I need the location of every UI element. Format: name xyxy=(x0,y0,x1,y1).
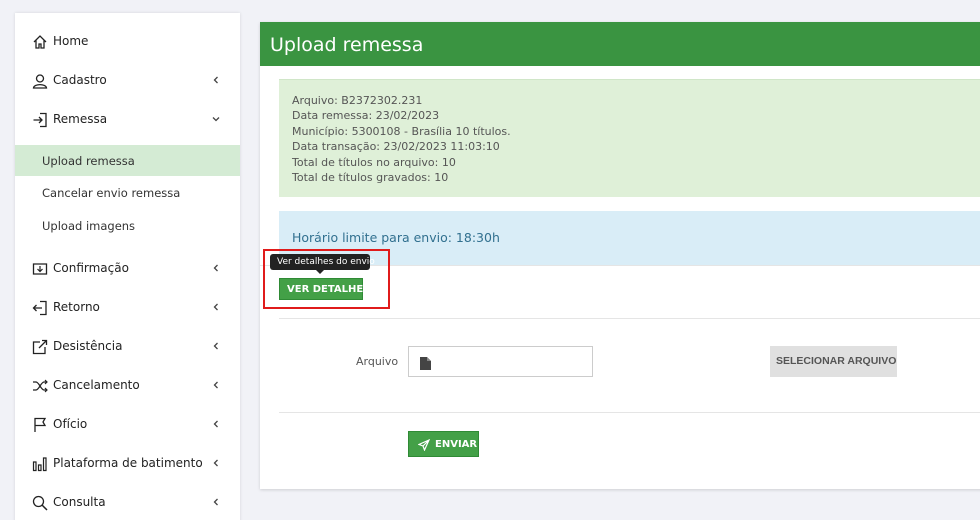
search-icon xyxy=(31,494,49,512)
enviar-button[interactable]: ENVIAR xyxy=(408,431,479,457)
sidebar-item-desistencia[interactable]: Desistência xyxy=(15,331,240,361)
ver-detalhes-label: VER DETALHES xyxy=(287,284,371,295)
sidebar-item-oficio[interactable]: Ofício xyxy=(15,409,240,439)
info-total-gravados: Total de títulos gravados: 10 xyxy=(292,171,449,184)
chevron-left-icon xyxy=(210,74,222,86)
file-input[interactable] xyxy=(408,346,593,377)
upload-remessa-card: Upload remessa Arquivo: B2372302.231 Dat… xyxy=(260,22,980,489)
sidebar-subitem-label: Upload remessa xyxy=(42,154,135,168)
chevron-left-icon xyxy=(210,262,222,274)
send-icon xyxy=(417,438,431,454)
chevron-left-icon xyxy=(210,379,222,391)
file-field-label: Arquivo xyxy=(356,355,399,368)
chevron-down-icon xyxy=(210,113,222,125)
tooltip-arrow xyxy=(316,270,324,274)
divider xyxy=(279,318,980,319)
user-icon xyxy=(31,72,49,90)
sidebar-item-confirmacao[interactable]: Confirmação xyxy=(15,253,240,283)
card-header: Upload remessa xyxy=(260,22,980,66)
sidebar-item-plataforma-de-batimento[interactable]: Plataforma de batimento xyxy=(15,448,240,478)
sidebar-item-label: Cancelamento xyxy=(53,378,140,392)
share-box-icon xyxy=(31,338,49,356)
sidebar-item-home[interactable]: Home xyxy=(15,26,240,56)
transaction-info-box: Arquivo: B2372302.231 Data remessa: 23/0… xyxy=(279,79,980,197)
info-arquivo: Arquivo: B2372302.231 xyxy=(292,94,423,107)
selecionar-arquivo-button[interactable]: SELECIONAR ARQUIVO xyxy=(770,346,897,377)
sidebar: Home Cadastro Remessa Upload remessa Can… xyxy=(15,13,240,520)
sidebar-subitem-label: Cancelar envio remessa xyxy=(42,186,181,200)
sidebar-item-consulta[interactable]: Consulta xyxy=(15,487,240,517)
sidebar-item-label: Home xyxy=(53,34,89,48)
chevron-left-icon xyxy=(210,418,222,430)
chevron-left-icon xyxy=(210,340,222,352)
sidebar-item-label: Consulta xyxy=(53,495,106,509)
sidebar-subitem-cancelar-envio-remessa[interactable]: Cancelar envio remessa xyxy=(15,177,240,208)
sidebar-subitem-label: Upload imagens xyxy=(42,219,136,233)
sidebar-item-label: Cadastro xyxy=(53,73,107,87)
divider xyxy=(279,412,980,413)
sidebar-item-cancelamento[interactable]: Cancelamento xyxy=(15,370,240,400)
sidebar-item-label: Confirmação xyxy=(53,261,129,275)
info-data-transacao: Data transação: 23/02/2023 11:03:10 xyxy=(292,140,500,153)
sidebar-subitem-upload-imagens[interactable]: Upload imagens xyxy=(15,210,240,241)
sidebar-item-remessa[interactable]: Remessa xyxy=(15,104,240,134)
deadline-text: Horário limite para envio: 18:30h xyxy=(292,230,500,245)
flag-icon xyxy=(31,416,49,434)
sidebar-item-cadastro[interactable]: Cadastro xyxy=(15,65,240,95)
chevron-left-icon xyxy=(210,301,222,313)
tooltip: Ver detalhes do envio xyxy=(270,254,375,270)
sidebar-item-retorno[interactable]: Retorno xyxy=(15,292,240,322)
sidebar-item-label: Remessa xyxy=(53,112,108,126)
info-total-arquivo: Total de títulos no arquivo: 10 xyxy=(292,156,456,169)
sidebar-item-label: Plataforma de batimento xyxy=(53,456,203,470)
shuffle-icon xyxy=(31,377,49,395)
home-icon xyxy=(31,33,49,51)
info-data-remessa: Data remessa: 23/02/2023 xyxy=(292,109,440,122)
tooltip-text: Ver detalhes do envio xyxy=(277,257,375,267)
page-title: Upload remessa xyxy=(270,34,424,56)
ver-detalhes-button[interactable]: VER DETALHES xyxy=(279,278,370,300)
bar-chart-icon xyxy=(31,455,49,473)
chevron-left-icon xyxy=(210,457,222,469)
sign-out-icon xyxy=(31,299,49,317)
sidebar-item-label: Ofício xyxy=(53,417,88,431)
sidebar-item-label: Desistência xyxy=(53,339,123,353)
sign-in-icon xyxy=(31,111,49,129)
chevron-left-icon xyxy=(210,496,222,508)
enviar-label: ENVIAR xyxy=(435,439,478,450)
selecionar-arquivo-label: SELECIONAR ARQUIVO xyxy=(776,355,897,367)
sidebar-subitem-upload-remessa[interactable]: Upload remessa xyxy=(15,145,240,176)
download-box-icon xyxy=(31,260,49,278)
sidebar-item-label: Retorno xyxy=(53,300,100,314)
file-icon xyxy=(420,355,431,374)
info-municipio: Município: 5300108 - Brasília 10 títulos… xyxy=(292,125,511,138)
